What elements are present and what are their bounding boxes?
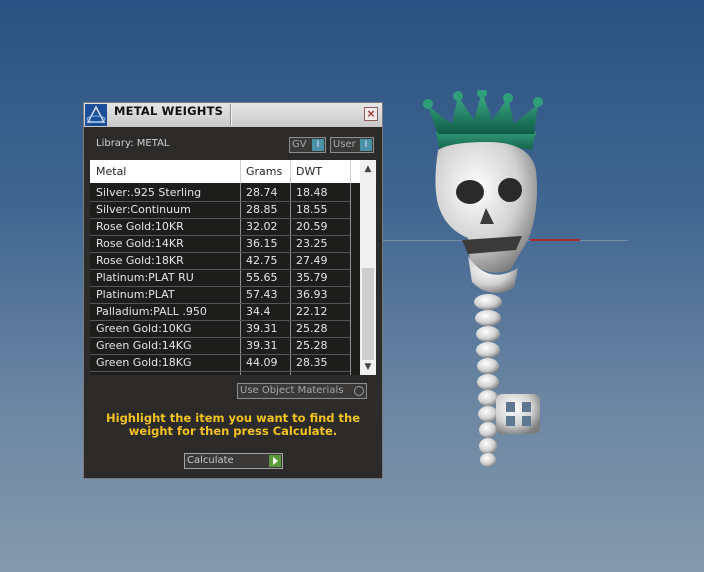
title-separator-highlight [231, 104, 232, 126]
table-row[interactable]: Green Gold:18KG 44.09 28.35 [90, 355, 350, 371]
column-divider [350, 183, 351, 375]
cell-dwt: 25.28 [296, 339, 328, 352]
metal-weights-panel: METAL WEIGHTS × Library: METAL GV I User… [83, 102, 383, 479]
header-dwt[interactable]: DWT [296, 165, 322, 178]
calculate-button[interactable]: Calculate [184, 453, 283, 469]
cell-metal: Silver:.925 Sterling [96, 186, 202, 199]
header-divider [290, 160, 291, 183]
metal-table: Metal Grams DWT Silver:.925 Sterling 28.7… [90, 160, 376, 375]
skull-shape [435, 142, 537, 293]
table-row[interactable]: Palladium:PALL .950 34.4 22.12 [90, 304, 350, 320]
row-divider [90, 371, 350, 372]
header-grams[interactable]: Grams [246, 165, 282, 178]
table-row[interactable]: Green Gold:14KG 39.31 25.28 [90, 338, 350, 354]
cell-grams: 55.65 [246, 271, 278, 284]
gv-toggle-label: GV [292, 139, 307, 150]
use-object-materials-label: Use Object Materials [240, 385, 344, 396]
use-object-materials-toggle[interactable]: Use Object Materials [237, 383, 367, 399]
cell-grams: 39.31 [246, 339, 278, 352]
cell-grams: 34.4 [246, 305, 271, 318]
header-divider [350, 160, 351, 183]
cell-metal: Platinum:PLAT RU [96, 271, 194, 284]
table-row[interactable]: Platinum:PLAT RU 55.65 35.79 [90, 270, 350, 286]
skull-key-model [423, 90, 543, 467]
cell-grams: 28.85 [246, 203, 278, 216]
cell-metal: Platinum:PLAT [96, 288, 175, 301]
scroll-up-icon[interactable]: ▲ [360, 162, 376, 176]
table-row[interactable]: Rose Gold:18KR 42.75 27.49 [90, 253, 350, 269]
header-divider [240, 160, 241, 183]
cell-dwt: 18.48 [296, 186, 328, 199]
table-body: Silver:.925 Sterling 28.74 18.48 Silver:Con… [90, 183, 360, 375]
user-toggle-label: User [333, 139, 356, 150]
cell-metal: Green Gold:14KG [96, 339, 192, 352]
calculate-label: Calculate [187, 455, 234, 466]
user-toggle[interactable]: User I [330, 137, 374, 153]
cell-metal: Green Gold:10KG [96, 322, 192, 335]
close-icon[interactable]: × [364, 107, 378, 121]
cell-grams: 42.75 [246, 254, 278, 267]
panel-title: METAL WEIGHTS [114, 104, 224, 118]
table-row[interactable]: Silver:Continuum 28.85 18.55 [90, 202, 350, 218]
spine-shape [474, 294, 502, 467]
library-label: Library: METAL [96, 138, 170, 149]
table-row[interactable]: Rose Gold:14KR 36.15 23.25 [90, 236, 350, 252]
table-row[interactable]: Platinum:PLAT 57.43 36.93 [90, 287, 350, 303]
cell-metal: Palladium:PALL .950 [96, 305, 207, 318]
panel-titlebar[interactable]: METAL WEIGHTS × [84, 103, 382, 127]
table-header: Metal Grams DWT [90, 160, 360, 183]
cell-grams: 57.43 [246, 288, 278, 301]
cell-dwt: 23.25 [296, 237, 328, 250]
cell-dwt: 28.35 [296, 356, 328, 369]
cell-dwt: 35.79 [296, 271, 328, 284]
play-arrow-icon[interactable] [269, 455, 281, 467]
cell-grams: 28.74 [246, 186, 278, 199]
cell-grams: 44.09 [246, 356, 278, 369]
cell-metal: Silver:Continuum [96, 203, 191, 216]
cell-dwt: 36.93 [296, 288, 328, 301]
cell-grams: 39.31 [246, 322, 278, 335]
user-toggle-button[interactable]: I [360, 139, 372, 151]
key-bit-shape [496, 394, 540, 434]
header-metal[interactable]: Metal [96, 165, 126, 178]
radio-circle-icon[interactable] [354, 386, 364, 396]
gv-toggle[interactable]: GV I [289, 137, 326, 153]
cell-grams: 36.15 [246, 237, 278, 250]
table-row[interactable]: Silver:.925 Sterling 28.74 18.48 [90, 185, 350, 201]
cell-grams: 32.02 [246, 220, 278, 233]
scrollbar-thumb[interactable] [362, 268, 374, 360]
table-scrollbar[interactable]: ▲ ▼ [360, 160, 376, 375]
cell-metal: Green Gold:18KG [96, 356, 192, 369]
table-row[interactable]: Green Gold:10KG 39.31 25.28 [90, 321, 350, 337]
scroll-down-icon[interactable]: ▼ [360, 360, 376, 374]
cell-dwt: 20.59 [296, 220, 328, 233]
cell-dwt: 27.49 [296, 254, 328, 267]
cell-metal: Rose Gold:14KR [96, 237, 184, 250]
cell-metal: Rose Gold:18KR [96, 254, 184, 267]
table-row[interactable]: Rose Gold:10KR 32.02 20.59 [90, 219, 350, 235]
pyramid-logo-icon [85, 104, 107, 126]
instruction-text: Highlight the item you want to find the … [106, 411, 360, 438]
cell-dwt: 22.12 [296, 305, 328, 318]
cell-dwt: 18.55 [296, 203, 328, 216]
cell-dwt: 25.28 [296, 322, 328, 335]
gv-toggle-button[interactable]: I [312, 139, 324, 151]
cell-metal: Rose Gold:10KR [96, 220, 184, 233]
